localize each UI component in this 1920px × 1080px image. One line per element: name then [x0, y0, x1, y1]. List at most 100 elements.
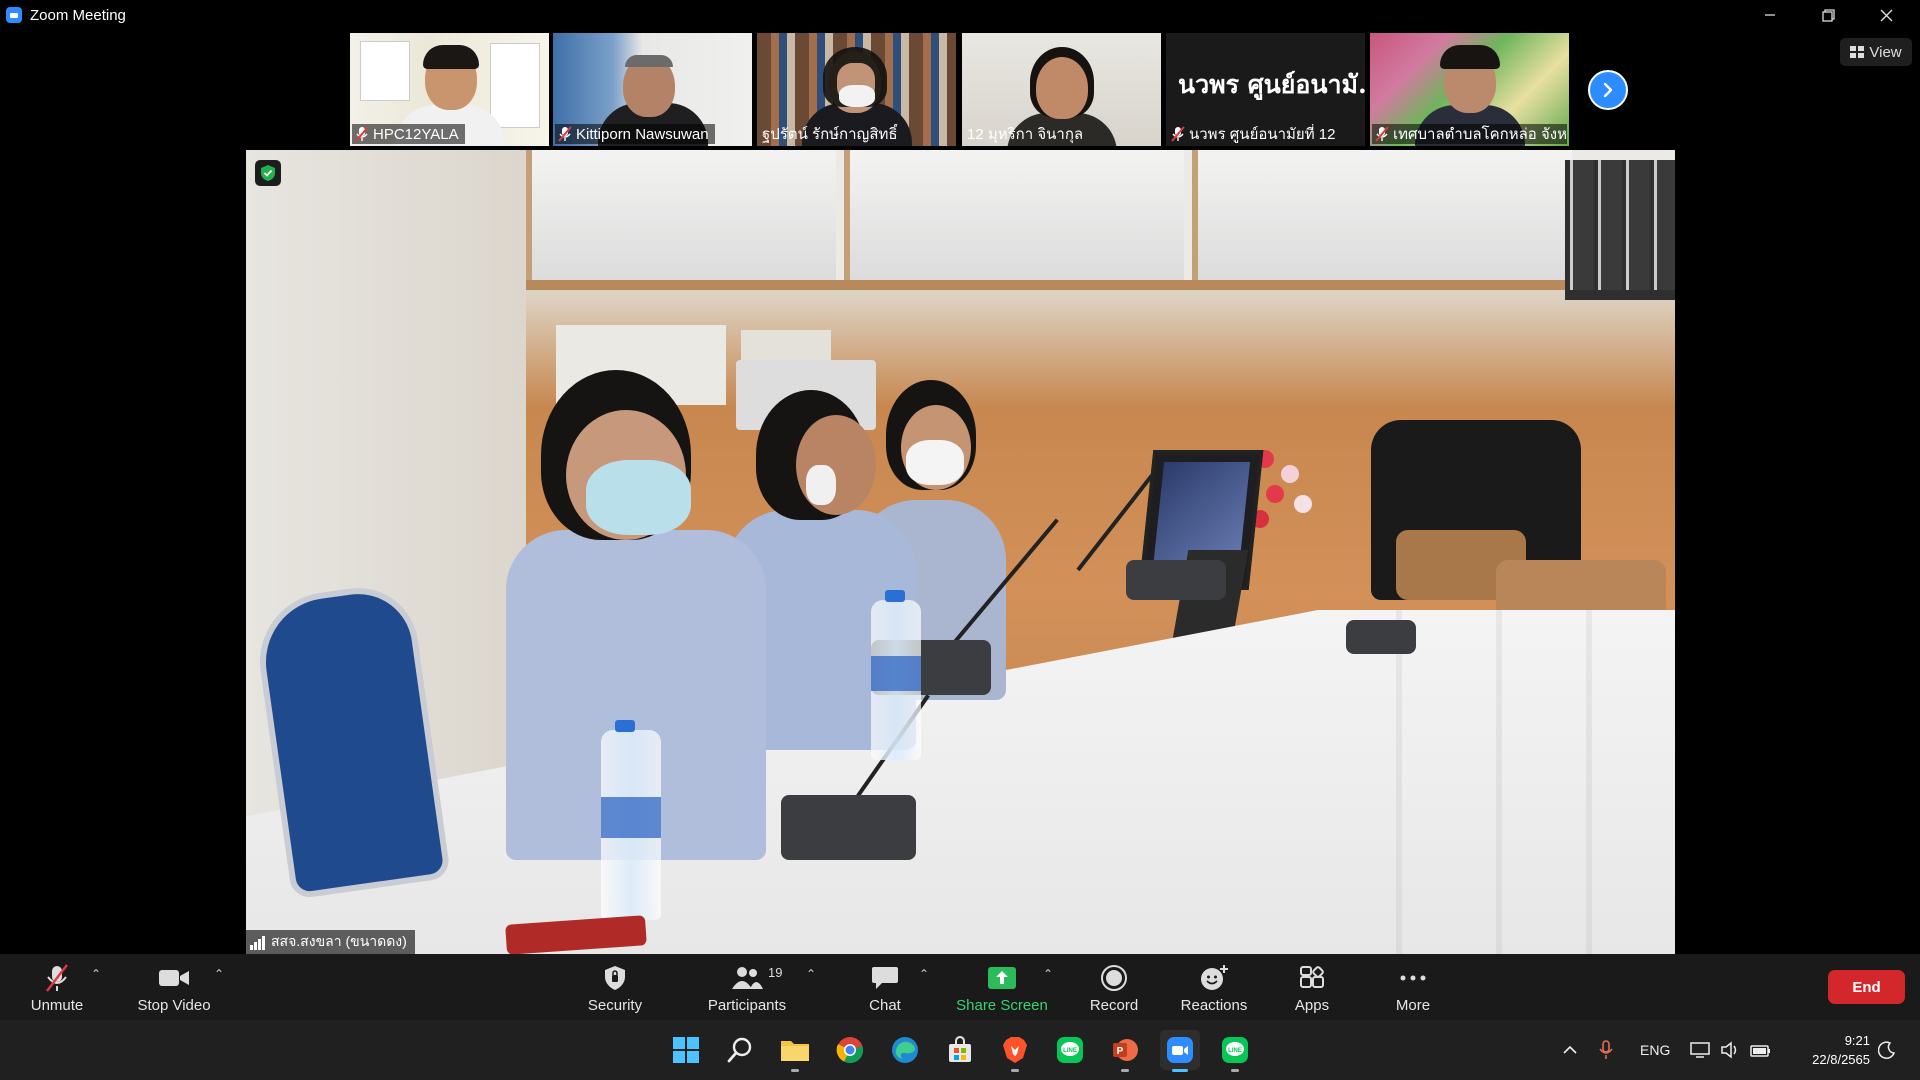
grid-view-icon [1850, 46, 1865, 58]
taskbar-clock[interactable]: 9:21 22/8/2565 [1790, 1031, 1870, 1069]
record-button[interactable]: Record [1085, 954, 1143, 1020]
meeting-toolbar: Unmute ⌃ Stop Video ⌃ Security Participa… [0, 954, 1920, 1020]
restore-button[interactable] [1799, 0, 1857, 30]
powerpoint-icon: P [1113, 1039, 1138, 1061]
next-page-button[interactable] [1588, 70, 1628, 110]
tray-volume[interactable] [1720, 1020, 1740, 1080]
participant-tile[interactable]: Kittiporn Nawsuwan [553, 33, 752, 146]
apps-button[interactable]: Apps [1290, 954, 1334, 1020]
zoom-icon [1167, 1037, 1193, 1063]
chat-bubble-icon [872, 967, 898, 989]
share-screen-button[interactable]: Share Screen [955, 954, 1049, 1020]
taskbar-file-explorer[interactable] [775, 1030, 815, 1072]
minimize-button[interactable] [1741, 0, 1799, 30]
brave-icon [1003, 1037, 1027, 1063]
battery-plugged-icon [1750, 1045, 1770, 1057]
end-meeting-button[interactable]: End [1828, 970, 1905, 1004]
do-not-disturb-moon-icon [1878, 1041, 1896, 1059]
participant-tile[interactable]: เทศบาลตำบลโคกหล่อ จังห... [1370, 33, 1569, 146]
participant-tile[interactable]: ฐปรัตน์ รักษ์กาญสิทธิ์ [757, 33, 956, 146]
view-button[interactable]: View [1840, 38, 1912, 66]
windows-taskbar: LINE P LINE ENG 9:21 22/8/2565 [0, 1020, 1920, 1080]
microphone-icon [1599, 1040, 1613, 1059]
participants-button[interactable]: Participants [702, 954, 792, 1020]
line-icon: LINE [1222, 1037, 1248, 1063]
tray-overflow-button[interactable] [1562, 1020, 1578, 1080]
reactions-button[interactable]: Reactions [1176, 954, 1252, 1020]
share-options-caret[interactable]: ⌃ [1043, 967, 1053, 981]
chevron-right-icon [1603, 82, 1613, 98]
connection-signal-icon [250, 934, 266, 950]
clock-time: 9:21 [1844, 1033, 1870, 1048]
minimize-icon [1765, 14, 1775, 16]
chat-options-caret[interactable]: ⌃ [919, 967, 929, 981]
file-explorer-icon [781, 1041, 809, 1061]
tray-notifications[interactable] [1878, 1020, 1896, 1080]
participant-name-label: Kittiporn Nawsuwan [555, 124, 715, 144]
tray-language[interactable]: ENG [1640, 1020, 1670, 1080]
svg-text:LINE: LINE [1228, 1048, 1242, 1054]
muted-mic-icon [355, 126, 369, 142]
share-screen-icon [988, 967, 1016, 989]
zoom-app-icon [6, 7, 22, 23]
svg-text:P: P [1117, 1046, 1124, 1057]
clock-date: 22/8/2565 [1812, 1052, 1870, 1067]
taskbar-search[interactable] [720, 1030, 760, 1070]
windows-start-icon [673, 1037, 699, 1063]
taskbar-edge[interactable] [885, 1030, 925, 1070]
video-options-caret[interactable]: ⌃ [214, 967, 224, 981]
shield-icon [605, 966, 625, 990]
svg-text:LINE: LINE [1063, 1048, 1077, 1054]
edge-icon [892, 1037, 918, 1063]
chevron-up-icon [1563, 1045, 1577, 1054]
close-button[interactable] [1857, 0, 1915, 30]
close-icon [1880, 9, 1892, 21]
video-camera-icon [159, 970, 189, 986]
taskbar-brave[interactable] [995, 1030, 1035, 1072]
more-button[interactable]: More [1388, 954, 1438, 1020]
participant-name-label: ฐปรัตน์ รักษ์กาญสิทธิ์ [762, 126, 898, 143]
tray-microphone[interactable] [1599, 1020, 1613, 1080]
record-icon [1101, 965, 1127, 991]
taskbar-powerpoint[interactable]: P [1105, 1030, 1145, 1072]
window-title: Zoom Meeting [30, 6, 126, 24]
participants-options-caret[interactable]: ⌃ [806, 967, 816, 981]
participant-tile[interactable]: นวพร ศูนย์อนามั... นวพร ศูนย์อนามัยที่ 1… [1166, 33, 1365, 146]
participant-name-label: HPC12YALA [352, 124, 465, 144]
tray-battery[interactable] [1750, 1020, 1772, 1080]
restore-icon [1821, 8, 1835, 22]
more-dots-icon [1400, 975, 1426, 981]
tray-network[interactable] [1690, 1020, 1710, 1080]
search-icon [727, 1037, 752, 1063]
participant-name-label: นวพร ศูนย์อนามัยที่ 12 [1168, 124, 1341, 144]
start-button[interactable] [666, 1030, 706, 1070]
volume-icon [1721, 1041, 1737, 1059]
taskbar-store[interactable] [940, 1030, 980, 1070]
participants-count: 19 [768, 965, 783, 980]
active-speaker-video: สสจ.สงขลา (ขนาดดง) [246, 150, 1675, 954]
chat-button[interactable]: Chat [860, 954, 910, 1020]
taskbar-chrome[interactable] [830, 1030, 870, 1070]
security-button[interactable]: Security [580, 954, 650, 1020]
participant-strip: HPC12YALA Kittiporn Nawsuwan ฐปรัตน์ รัก… [0, 33, 1920, 147]
participant-display-name: นวพร ศูนย์อนามั... [1178, 70, 1365, 99]
unmute-button[interactable]: Unmute [26, 954, 88, 1020]
taskbar-line-2[interactable]: LINE [1215, 1030, 1255, 1072]
muted-mic-icon [1375, 126, 1389, 142]
participant-tile[interactable]: 12 มุหริกา จินากุล [962, 33, 1161, 146]
store-icon [949, 1036, 971, 1062]
line-icon: LINE [1057, 1037, 1083, 1063]
muted-mic-icon [558, 126, 572, 142]
taskbar-line[interactable]: LINE [1050, 1030, 1090, 1070]
title-bar: Zoom Meeting [0, 0, 1920, 30]
encryption-shield-badge[interactable] [255, 160, 281, 186]
chrome-icon [836, 1037, 864, 1064]
taskbar-zoom[interactable] [1160, 1030, 1200, 1072]
participant-name-label: 12 มุหริกา จินากุล [967, 126, 1084, 143]
active-speaker-name-label: สสจ.สงขลา (ขนาดดง) [246, 930, 415, 954]
participant-tile[interactable]: HPC12YALA [350, 33, 549, 146]
participant-name-label: เทศบาลตำบลโคกหล่อ จังห... [1372, 124, 1567, 144]
stop-video-button[interactable]: Stop Video [133, 954, 215, 1020]
audio-options-caret[interactable]: ⌃ [91, 967, 101, 981]
muted-mic-icon [1171, 126, 1185, 142]
